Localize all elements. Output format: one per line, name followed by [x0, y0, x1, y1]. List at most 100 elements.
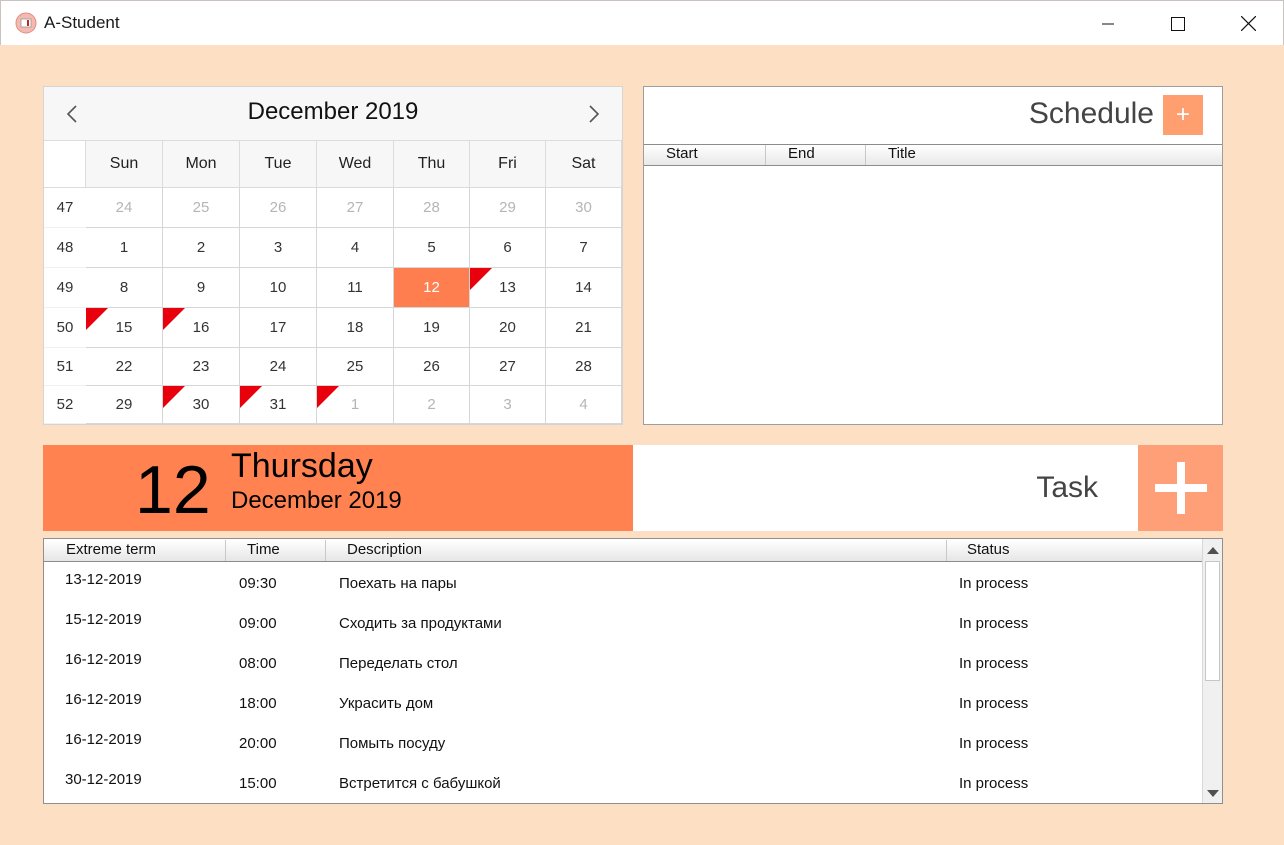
calendar-day-number: 25 — [192, 199, 210, 216]
scroll-up-icon[interactable] — [1203, 541, 1222, 559]
task-description: Поехать на пары — [339, 575, 457, 592]
weekday-header: Mon — [163, 141, 240, 188]
scroll-down-icon[interactable] — [1203, 785, 1222, 803]
task-description: Украсить дом — [339, 695, 434, 712]
calendar-day[interactable]: 28 — [394, 188, 470, 228]
calendar-day[interactable]: 17 — [240, 308, 317, 348]
schedule-panel: Schedule + Start End Title — [643, 86, 1223, 425]
calendar-day[interactable]: 26 — [240, 188, 317, 228]
column-header-end[interactable]: End — [766, 145, 866, 165]
column-header-title[interactable]: Title — [866, 145, 1222, 165]
task-time: 18:00 — [239, 695, 277, 712]
close-button[interactable] — [1213, 1, 1283, 46]
calendar-day[interactable]: 6 — [470, 228, 546, 268]
calendar-day-number: 1 — [350, 396, 360, 413]
event-flag-icon — [317, 386, 339, 408]
calendar-day[interactable]: 25 — [317, 348, 394, 386]
calendar-day[interactable]: 18 — [317, 308, 394, 348]
calendar-day[interactable]: 3 — [240, 228, 317, 268]
event-flag-icon — [86, 308, 108, 330]
calendar-day-number: 8 — [119, 279, 129, 296]
calendar-day-selected[interactable]: 12 — [394, 268, 470, 308]
calendar-day-number: 15 — [115, 319, 133, 336]
calendar-day-number: 24 — [115, 199, 133, 216]
calendar-day-number: 2 — [427, 396, 436, 413]
calendar-day[interactable]: 5 — [394, 228, 470, 268]
table-row[interactable]: 16-12-2019 18:00 Украсить дом In process — [44, 684, 1202, 724]
calendar-day[interactable]: 14 — [546, 268, 622, 308]
calendar-day[interactable]: 9 — [163, 268, 240, 308]
calendar-day[interactable]: 13 — [470, 268, 546, 308]
title-bar: A-Student — [0, 0, 1284, 45]
calendar-day[interactable]: 24 — [240, 348, 317, 386]
calendar-day-number: 3 — [273, 239, 283, 256]
calendar-day[interactable]: 30 — [163, 386, 240, 424]
scrollbar-thumb[interactable] — [1205, 561, 1220, 681]
calendar-day[interactable]: 4 — [317, 228, 394, 268]
calendar-day[interactable]: 4 — [546, 386, 622, 424]
task-extreme-term: 16-12-2019 — [65, 731, 142, 748]
calendar-day[interactable]: 8 — [86, 268, 163, 308]
task-time: 09:00 — [239, 615, 277, 632]
column-header-status[interactable]: Status — [947, 540, 1202, 561]
calendar-day[interactable]: 11 — [317, 268, 394, 308]
calendar-day[interactable]: 23 — [163, 348, 240, 386]
calendar-day[interactable]: 22 — [86, 348, 163, 386]
selected-day-number: 12 — [135, 452, 211, 528]
calendar-day-number: 31 — [269, 396, 287, 413]
weekday-header: Tue — [240, 141, 317, 188]
task-status: In process — [959, 655, 1029, 672]
calendar-day[interactable]: 10 — [240, 268, 317, 308]
column-header-extreme-term[interactable]: Extreme term — [44, 540, 226, 561]
task-time: 08:00 — [239, 655, 277, 672]
table-row[interactable]: 30-12-2019 15:00 Встретится с бабушкой In p… — [44, 764, 1202, 804]
weekday-corner — [44, 141, 86, 188]
calendar-day[interactable]: 15 — [86, 308, 163, 348]
calendar-day-number: 22 — [115, 358, 133, 375]
calendar-day[interactable]: 20 — [470, 308, 546, 348]
calendar-day[interactable]: 1 — [317, 386, 394, 424]
task-time: 09:30 — [239, 575, 277, 592]
table-row[interactable]: 16-12-2019 20:00 Помыть посуду In process — [44, 724, 1202, 764]
calendar-day[interactable]: 31 — [240, 386, 317, 424]
calendar-day[interactable]: 28 — [546, 348, 622, 386]
vertical-scrollbar[interactable] — [1202, 539, 1222, 803]
calendar-day[interactable]: 7 — [546, 228, 622, 268]
maximize-button[interactable] — [1143, 1, 1213, 46]
column-header-start[interactable]: Start — [644, 145, 766, 165]
calendar-day-number: 16 — [192, 319, 210, 336]
weekday-header: Fri — [470, 141, 546, 188]
task-extreme-term: 15-12-2019 — [65, 611, 142, 628]
calendar-day[interactable]: 1 — [86, 228, 163, 268]
calendar-day[interactable]: 29 — [470, 188, 546, 228]
column-header-time[interactable]: Time — [226, 540, 326, 561]
calendar-day[interactable]: 29 — [86, 386, 163, 424]
calendar-day[interactable]: 25 — [163, 188, 240, 228]
calendar-day[interactable]: 30 — [546, 188, 622, 228]
table-row[interactable]: 13-12-2019 09:30 Поехать на пары In process — [44, 564, 1202, 604]
event-flag-icon — [470, 268, 492, 290]
task-time: 20:00 — [239, 735, 277, 752]
calendar-day[interactable]: 19 — [394, 308, 470, 348]
calendar-day[interactable]: 27 — [470, 348, 546, 386]
column-header-description[interactable]: Description — [326, 540, 947, 561]
add-task-button[interactable] — [1138, 445, 1223, 531]
week-number: 49 — [44, 268, 86, 308]
calendar-day-number: 17 — [269, 319, 287, 336]
calendar-day-number: 24 — [269, 358, 287, 375]
chevron-right-icon[interactable] — [582, 103, 604, 125]
calendar-day[interactable]: 3 — [470, 386, 546, 424]
calendar-day[interactable]: 2 — [394, 386, 470, 424]
calendar-day[interactable]: 27 — [317, 188, 394, 228]
calendar-day[interactable]: 26 — [394, 348, 470, 386]
calendar-day[interactable]: 2 — [163, 228, 240, 268]
table-row[interactable]: 15-12-2019 09:00 Сходить за продуктами In p… — [44, 604, 1202, 644]
calendar-day[interactable]: 21 — [546, 308, 622, 348]
calendar-day[interactable]: 16 — [163, 308, 240, 348]
add-schedule-button[interactable]: + — [1163, 95, 1203, 135]
selected-weekday: Thursday — [231, 447, 373, 485]
table-row[interactable]: 16-12-2019 08:00 Переделать стол In process — [44, 644, 1202, 684]
calendar-day[interactable]: 24 — [86, 188, 163, 228]
task-time: 15:00 — [239, 775, 277, 792]
minimize-button[interactable] — [1073, 1, 1143, 46]
